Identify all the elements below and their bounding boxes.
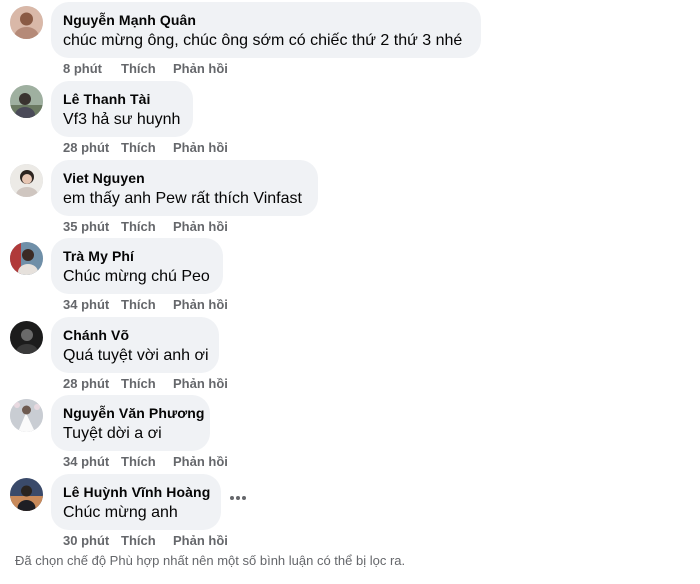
comment-author[interactable]: Nguyễn Văn Phương	[63, 404, 204, 422]
reply-button[interactable]: Phản hồi	[173, 533, 228, 549]
filter-notice: Đã chọn chế độ Phù hợp nhất nên một số b…	[15, 553, 406, 568]
more-horizontal-icon[interactable]	[228, 492, 248, 504]
comment-author[interactable]: Chánh Võ	[63, 326, 207, 344]
comment-bubble: Trà My Phí Chúc mừng chú Peo	[51, 238, 223, 294]
comment-item: Lê Thanh Tài Vf3 hả sư huynh 28 phút Thí…	[0, 81, 700, 159]
avatar[interactable]	[10, 242, 43, 275]
reply-button[interactable]: Phản hồi	[173, 454, 228, 470]
avatar[interactable]	[10, 6, 43, 39]
comment-item: Viet Nguyen em thấy anh Pew rất thích Vi…	[0, 160, 700, 238]
comment-time[interactable]: 34 phút	[63, 454, 109, 470]
reply-button[interactable]: Phản hồi	[173, 219, 228, 235]
like-button[interactable]: Thích	[121, 61, 156, 77]
avatar[interactable]	[10, 321, 43, 354]
like-button[interactable]: Thích	[121, 454, 156, 470]
comment-item: Nguyễn Văn Phương Tuyệt dời a ơi 34 phút…	[0, 395, 700, 473]
avatar[interactable]	[10, 164, 43, 197]
comment-item: Lê Huỳnh Vĩnh Hoàng Chúc mừng anh 30 phú…	[0, 474, 700, 552]
comment-item: Trà My Phí Chúc mừng chú Peo 34 phút Thí…	[0, 238, 700, 316]
comment-item: Nguyễn Mạnh Quân chúc mừng ông, chúc ông…	[0, 2, 700, 80]
comment-author[interactable]: Viet Nguyen	[63, 169, 306, 187]
like-button[interactable]: Thích	[121, 376, 156, 392]
comment-text: Quá tuyệt vời anh ơi	[63, 347, 209, 364]
comment-bubble: Chánh Võ Quá tuyệt vời anh ơi	[51, 317, 219, 373]
like-button[interactable]: Thích	[121, 297, 156, 313]
comment-text: Chúc mừng chú Peo	[63, 268, 210, 285]
comment-item: Chánh Võ Quá tuyệt vời anh ơi 28 phút Th…	[0, 317, 700, 395]
comment-text: Tuyệt dời a ơi	[63, 425, 162, 442]
avatar[interactable]	[10, 85, 43, 118]
comment-time[interactable]: 28 phút	[63, 376, 109, 392]
comment-bubble: Viet Nguyen em thấy anh Pew rất thích Vi…	[51, 160, 318, 216]
comment-bubble: Nguyễn Mạnh Quân chúc mừng ông, chúc ông…	[51, 2, 481, 58]
reply-button[interactable]: Phản hồi	[173, 297, 228, 313]
comment-author[interactable]: Nguyễn Mạnh Quân	[63, 11, 469, 29]
reply-button[interactable]: Phản hồi	[173, 61, 228, 77]
comment-author[interactable]: Lê Huỳnh Vĩnh Hoàng	[63, 483, 210, 501]
comment-time[interactable]: 28 phút	[63, 140, 109, 156]
like-button[interactable]: Thích	[121, 140, 156, 156]
comment-author[interactable]: Lê Thanh Tài	[63, 90, 181, 108]
like-button[interactable]: Thích	[121, 219, 156, 235]
comment-bubble: Lê Thanh Tài Vf3 hả sư huynh	[51, 81, 193, 137]
comment-text: Chúc mừng anh	[63, 504, 178, 521]
like-button[interactable]: Thích	[121, 533, 156, 549]
reply-button[interactable]: Phản hồi	[173, 140, 228, 156]
comment-time[interactable]: 34 phút	[63, 297, 109, 313]
comment-text: em thấy anh Pew rất thích Vinfast	[63, 190, 302, 207]
comment-time[interactable]: 8 phút	[63, 61, 102, 77]
comment-bubble: Lê Huỳnh Vĩnh Hoàng Chúc mừng anh	[51, 474, 221, 530]
comment-text: Vf3 hả sư huynh	[63, 111, 181, 128]
comment-time[interactable]: 35 phút	[63, 219, 109, 235]
comment-bubble: Nguyễn Văn Phương Tuyệt dời a ơi	[51, 395, 210, 451]
avatar[interactable]	[10, 478, 43, 511]
reply-button[interactable]: Phản hồi	[173, 376, 228, 392]
comment-time[interactable]: 30 phút	[63, 533, 109, 549]
avatar[interactable]	[10, 399, 43, 432]
comment-text: chúc mừng ông, chúc ông sớm có chiếc thứ…	[63, 32, 463, 49]
comment-author[interactable]: Trà My Phí	[63, 247, 211, 265]
